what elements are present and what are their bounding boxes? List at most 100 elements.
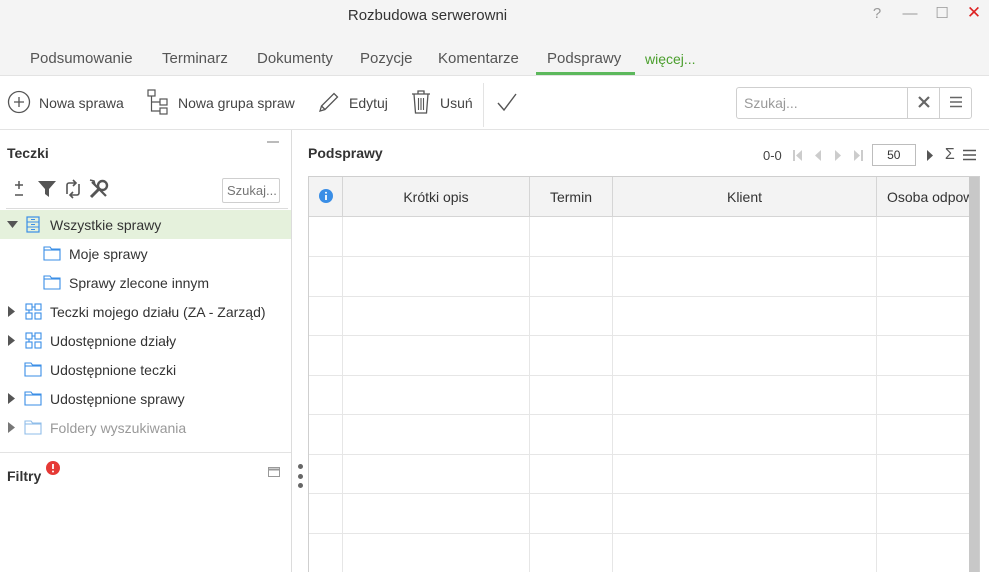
funnel-icon <box>37 180 57 201</box>
info-column-header[interactable] <box>309 177 343 217</box>
grid-header: Krótki opis Termin Klient Osoba odpowied… <box>309 177 979 217</box>
subcases-title: Podsprawy <box>308 145 383 161</box>
minimize-button[interactable]: — <box>899 3 921 23</box>
folder-icon <box>24 362 42 378</box>
tree-node-department-folders[interactable]: Teczki mojego działu (ZA - Zarząd) <box>0 297 291 326</box>
main-search-input[interactable] <box>737 88 907 118</box>
filters-title: Filtry <box>7 468 42 484</box>
tab-more[interactable]: więcej... <box>645 51 696 67</box>
new-group-label: Nowa grupa spraw <box>178 95 295 111</box>
table-row[interactable] <box>309 533 979 572</box>
pager: 0-0 Σ <box>763 144 980 166</box>
page-size-input[interactable] <box>871 144 916 166</box>
toolbar-separator <box>483 83 484 127</box>
tab-podsprawy[interactable]: Podsprawy <box>547 50 621 67</box>
folder-tree: Wszystkie sprawy Moje sprawy Sprawy zlec… <box>0 210 291 442</box>
tree-node-shared-cases[interactable]: Udostępnione sprawy <box>0 384 291 413</box>
tab-bar: Podsumowanie Terminarz Dokumenty Pozycje… <box>0 38 989 76</box>
folder-search-input[interactable] <box>222 178 280 203</box>
tree-node-my-cases[interactable]: Moje sprawy <box>0 239 291 268</box>
previous-page-button[interactable] <box>808 145 828 165</box>
tab-pozycje[interactable]: Pozycje <box>360 50 413 67</box>
maximize-button[interactable]: ☐ <box>931 3 953 23</box>
wrench-icon <box>88 178 110 203</box>
vertical-scrollbar[interactable] <box>969 177 979 572</box>
menu-icon[interactable] <box>960 145 980 165</box>
table-row[interactable] <box>309 494 979 534</box>
tree-node-label: Sprawy zlecone innym <box>69 274 210 291</box>
caret-right-icon[interactable] <box>6 393 18 405</box>
clear-search-button[interactable] <box>907 88 939 118</box>
title-bar: Rozbudowa serwerowni ? — ☐ ✕ <box>0 0 989 38</box>
column-header-short-description[interactable]: Krótki opis <box>343 177 530 217</box>
table-row[interactable] <box>309 296 979 336</box>
department-icon <box>24 303 42 320</box>
warning-icon <box>46 461 60 478</box>
column-header-responsible-person[interactable]: Osoba odpowiedzialna <box>877 177 979 217</box>
tree-node-delegated-cases[interactable]: Sprawy zlecone innym <box>0 268 291 297</box>
info-icon <box>318 188 333 206</box>
approve-button[interactable] <box>495 89 519 117</box>
tree-divider <box>6 208 288 209</box>
folders-panel: Teczki Szukaj... Wszystkie sprawy Moje s… <box>0 130 292 572</box>
refresh-button[interactable] <box>62 178 84 202</box>
go-page-button[interactable] <box>920 145 940 165</box>
new-case-label: Nowa sprawa <box>39 95 124 111</box>
last-page-button[interactable] <box>848 145 868 165</box>
next-page-button[interactable] <box>828 145 848 165</box>
tree-node-label: Teczki mojego działu (ZA - Zarząd) <box>50 303 266 320</box>
folder-icon <box>24 420 42 436</box>
folder-icon <box>43 246 61 262</box>
tree-node-label: Foldery wyszukiwania <box>50 419 187 436</box>
column-header-deadline[interactable]: Termin <box>530 177 613 217</box>
column-header-client[interactable]: Klient <box>613 177 877 217</box>
tree-node-label: Udostępnione teczki <box>50 361 177 378</box>
sum-icon[interactable]: Σ <box>940 145 960 165</box>
table-row[interactable] <box>309 217 979 257</box>
table-row[interactable] <box>309 336 979 376</box>
caret-right-icon[interactable] <box>6 335 18 347</box>
tree-node-shared-folders[interactable]: Udostępnione teczki <box>0 355 291 384</box>
collapse-folders-button[interactable] <box>267 141 279 143</box>
expand-collapse-button[interactable] <box>8 178 30 202</box>
tree-node-all-cases[interactable]: Wszystkie sprawy <box>0 210 291 239</box>
table-row[interactable] <box>309 415 979 455</box>
tools-button[interactable] <box>88 178 110 202</box>
edit-button[interactable]: Edytuj <box>317 89 388 117</box>
table-row[interactable] <box>309 454 979 494</box>
edit-label: Edytuj <box>349 95 388 111</box>
tab-podsumowanie[interactable]: Podsumowanie <box>30 50 133 67</box>
plus-minus-icon <box>12 180 26 201</box>
delete-label: Usuń <box>440 95 473 111</box>
expand-filters-button[interactable] <box>268 464 280 480</box>
tree-node-shared-departments[interactable]: Udostępnione działy <box>0 326 291 355</box>
tree-node-label: Udostępnione działy <box>50 332 177 349</box>
first-page-button[interactable] <box>788 145 808 165</box>
refresh-icon <box>63 178 83 202</box>
search-options-button[interactable] <box>939 88 971 118</box>
tab-dokumenty[interactable]: Dokumenty <box>257 50 333 67</box>
cabinet-icon <box>24 216 42 233</box>
filters-divider <box>0 452 291 453</box>
new-group-button[interactable]: Nowa grupa spraw <box>146 88 295 118</box>
caret-right-icon[interactable] <box>6 306 18 318</box>
subcases-panel: Podsprawy 0-0 Σ Krót <box>293 130 989 572</box>
folder-icon <box>43 275 61 291</box>
main-search <box>736 87 972 119</box>
caret-right-icon[interactable] <box>6 422 18 434</box>
tab-komentarze[interactable]: Komentarze <box>438 50 519 67</box>
caret-down-icon[interactable] <box>6 219 18 231</box>
table-row[interactable] <box>309 375 979 415</box>
help-button[interactable]: ? <box>866 3 888 23</box>
table-row[interactable] <box>309 257 979 297</box>
subcases-grid: Krótki opis Termin Klient Osoba odpowied… <box>308 176 980 572</box>
tree-node-search-folders[interactable]: Foldery wyszukiwania <box>0 413 291 442</box>
close-button[interactable]: ✕ <box>963 3 985 23</box>
tab-terminarz[interactable]: Terminarz <box>162 50 228 67</box>
hierarchy-icon <box>146 88 170 118</box>
delete-button[interactable]: Usuń <box>410 89 473 117</box>
department-icon <box>24 332 42 349</box>
tree-node-label: Udostępnione sprawy <box>50 390 185 407</box>
new-case-button[interactable]: Nowa sprawa <box>7 89 124 117</box>
filter-button[interactable] <box>36 178 58 202</box>
